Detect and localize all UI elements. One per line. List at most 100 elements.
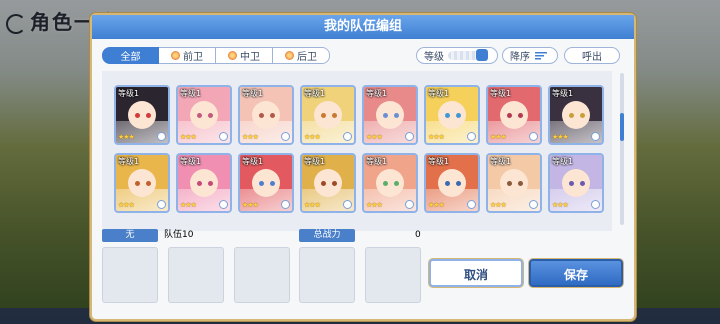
character-eye: [135, 181, 140, 186]
filter-front-tab[interactable]: 前卫: [159, 47, 216, 64]
character-card[interactable]: 等级1 ★★★: [300, 85, 356, 145]
role-arrows-icon: [405, 132, 414, 141]
character-face: [438, 101, 466, 129]
sort-order-button[interactable]: 降序: [502, 47, 558, 64]
character-card[interactable]: 等级1 ★★★: [548, 153, 604, 213]
character-card[interactable]: 等级1 ★★★: [238, 85, 294, 145]
sort-field-toggle[interactable]: 等级: [416, 47, 498, 64]
character-card[interactable]: 等级1 ★★★: [114, 85, 170, 145]
character-eye: [507, 181, 512, 186]
character-card[interactable]: 等级1 ★★★: [362, 85, 418, 145]
role-arrows-icon: [343, 132, 352, 141]
filter-back-tab[interactable]: 后卫: [273, 47, 330, 64]
character-stars: ★★★: [180, 201, 197, 209]
character-level: 等级1: [490, 89, 512, 98]
team-slot-3[interactable]: [234, 247, 290, 303]
team-chip: 无: [102, 229, 158, 242]
character-level: 等级1: [366, 89, 388, 98]
character-face: [562, 169, 590, 197]
character-stars: ★★★: [304, 133, 321, 141]
character-level: 等级1: [490, 157, 512, 166]
character-eye: [394, 113, 399, 118]
sort-lines-icon: [535, 51, 547, 60]
character-card[interactable]: 等级1 ★★★: [362, 153, 418, 213]
character-level: 等级1: [428, 157, 450, 166]
character-stars: ★★★: [242, 133, 259, 141]
character-face: [438, 169, 466, 197]
character-eye: [332, 181, 337, 186]
filter-all-tab[interactable]: 全部: [102, 47, 159, 64]
character-eye: [146, 181, 151, 186]
character-eye: [580, 181, 585, 186]
character-eye: [270, 113, 275, 118]
character-card[interactable]: 等级1 ★★★: [176, 85, 232, 145]
character-level: 等级1: [366, 157, 388, 166]
character-eye: [456, 113, 461, 118]
team-slot-4[interactable]: [299, 247, 355, 303]
character-level: 等级1: [242, 157, 264, 166]
save-button[interactable]: 保存: [529, 259, 623, 287]
role-arrows-icon: [281, 200, 290, 209]
character-card[interactable]: 等级1 ★★★: [424, 153, 480, 213]
character-card[interactable]: 等级1 ★★★: [176, 153, 232, 213]
character-level: 等级1: [180, 89, 202, 98]
character-face: [500, 169, 528, 197]
character-eye: [569, 181, 574, 186]
filter-middle-tab[interactable]: 中卫: [216, 47, 273, 64]
character-level: 等级1: [552, 157, 574, 166]
team-slot-1[interactable]: [102, 247, 158, 303]
character-eye: [135, 113, 140, 118]
character-level: 等级1: [304, 157, 326, 166]
character-stars: ★★★: [118, 201, 135, 209]
character-face: [190, 101, 218, 129]
character-level: 等级1: [180, 157, 202, 166]
character-eye: [146, 113, 151, 118]
character-stars: ★★★: [490, 133, 507, 141]
character-stars: ★★★: [428, 201, 445, 209]
character-card[interactable]: 等级1 ★★★: [548, 85, 604, 145]
character-card[interactable]: 等级1 ★★★: [424, 85, 480, 145]
character-eye: [259, 181, 264, 186]
character-eye: [456, 181, 461, 186]
back-role-icon: [285, 51, 294, 60]
character-face: [128, 169, 156, 197]
character-eye: [321, 181, 326, 186]
character-eye: [270, 181, 275, 186]
team-slot-2[interactable]: [168, 247, 224, 303]
character-level: 等级1: [304, 89, 326, 98]
character-eye: [518, 113, 523, 118]
character-card[interactable]: 等级1 ★★★: [300, 153, 356, 213]
role-arrows-icon: [157, 200, 166, 209]
scroll-thumb[interactable]: [620, 113, 624, 141]
character-face: [314, 101, 342, 129]
role-arrows-icon: [219, 200, 228, 209]
character-level: 等级1: [242, 89, 264, 98]
sort-toggle-track: [448, 49, 488, 61]
character-card[interactable]: 等级1 ★★★: [486, 85, 542, 145]
cancel-button[interactable]: 取消: [429, 259, 523, 287]
character-stars: ★★★: [304, 201, 321, 209]
role-arrows-icon: [467, 132, 476, 141]
list-scrollbar[interactable]: [620, 73, 624, 225]
character-stars: ★★★: [490, 201, 507, 209]
character-list: 等级1 ★★★ 等级1 ★★★ 等级1 ★★★ 等级1 ★★★ 等级1 ★★★ 等级1 ★★★ 等级1 ★…: [102, 71, 612, 231]
call-button[interactable]: 呼出: [564, 47, 620, 64]
role-arrows-icon: [529, 200, 538, 209]
character-level: 等级1: [552, 89, 574, 98]
team-formation-dialog: 我的队伍编组 全部 前卫 中卫 后卫 等级 降序 呼出 等级1 ★★★ 等级1 ★★★…: [90, 13, 636, 321]
character-stars: ★★★: [366, 133, 383, 141]
character-eye: [208, 113, 213, 118]
role-arrows-icon: [591, 200, 600, 209]
character-card[interactable]: 等级1 ★★★: [486, 153, 542, 213]
front-role-icon: [171, 51, 180, 60]
character-stars: ★★★: [366, 201, 383, 209]
character-face: [314, 169, 342, 197]
character-level: 等级1: [428, 89, 450, 98]
character-card[interactable]: 等级1 ★★★: [238, 153, 294, 213]
character-card[interactable]: 等级1 ★★★: [114, 153, 170, 213]
character-level: 等级1: [118, 89, 140, 98]
team-slot-5[interactable]: [365, 247, 421, 303]
character-eye: [394, 181, 399, 186]
character-eye: [208, 181, 213, 186]
role-arrows-icon: [405, 200, 414, 209]
